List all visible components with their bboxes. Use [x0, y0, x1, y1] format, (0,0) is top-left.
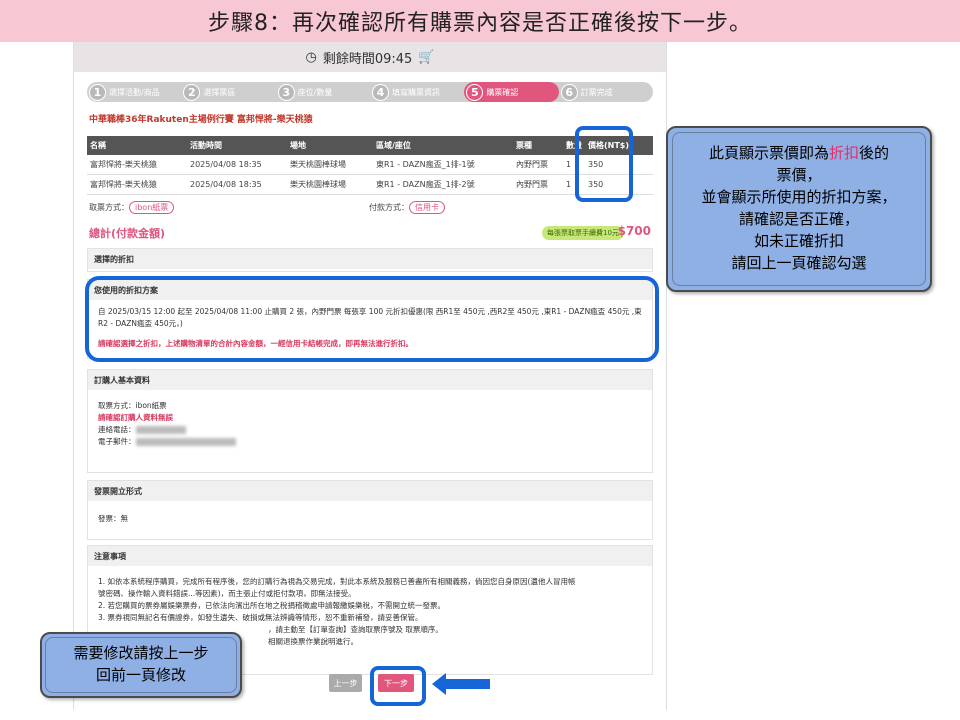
- pickup-method: 取票方式： ibon紙票: [89, 201, 175, 214]
- progress-steps: 1 選擇活動/商品 2 選擇票區 3 座位/數量 4 填寫購票資訊 5 購票確認 6 訂票完…: [87, 82, 653, 102]
- payment-method: 付款方式： 信用卡: [369, 201, 445, 214]
- cart-icon[interactable]: 🛒: [418, 50, 434, 65]
- notice-line: 1. 如依本系統程序購買，完成所有程序後，您的訂購行為視為交易完成，對此本系統及…: [98, 577, 576, 586]
- step-1: 1 選擇活動/商品: [87, 82, 181, 102]
- col-name: 名稱: [87, 136, 187, 155]
- buyer-email: 電子郵件：: [98, 436, 642, 448]
- invoice-section: 發票開立形式 發票：無: [87, 480, 653, 540]
- table-row: 富邦悍將-樂天桃猿 2025/04/08 18:35 樂天桃園棒球場 東R1 -…: [87, 174, 653, 195]
- step-3: 3 座位/數量: [276, 82, 370, 102]
- invoice-head: 發票開立形式: [88, 481, 652, 501]
- price-explanation-callout: 此頁顯示票價即為折扣後的 票價， 並會顯示所使用的折扣方案， 請確認是否正確， …: [666, 126, 932, 292]
- col-type: 票種: [513, 136, 563, 155]
- countdown-bar: ◷ 剩餘時間09:45 🛒: [74, 42, 666, 72]
- notice-head: 注意事項: [88, 546, 652, 566]
- buyer-confirm-note: 請確認訂購人資料無誤: [98, 413, 173, 422]
- notice-line: 3. 票券視同無記名有價證券，如發生遺失、破損或無法辨識等情形，恕不重新補發，請…: [98, 613, 423, 622]
- total-amount: $700: [617, 224, 651, 238]
- buyer-body: 取票方式：ibon紙票 請確認訂購人資料無誤 連絡電話： 電子郵件：: [88, 390, 652, 454]
- prev-step-button[interactable]: 上一步: [329, 674, 362, 692]
- clock-icon: ◷: [305, 49, 317, 65]
- step-4: 4 填寫購票資訊: [370, 82, 464, 102]
- total-row: 總計(付款金額) 每張票取票手續費10元 $700: [87, 223, 653, 241]
- email-redacted: [135, 438, 236, 446]
- price-highlight-box: [575, 126, 633, 202]
- discount-section: 選擇的折扣: [87, 248, 653, 272]
- col-venue: 場地: [287, 136, 373, 155]
- buyer-pickup: 取票方式：ibon紙票: [98, 401, 167, 410]
- total-label: 總計(付款金額): [89, 227, 166, 240]
- notice-line: 號密碼、操作輸入資料錯誤...等因素)，而主張止付或拒付款項，即無法接受。: [98, 589, 356, 598]
- col-seat: 區域/座位: [373, 136, 513, 155]
- pickup-badge: ibon紙票: [129, 201, 175, 214]
- ticket-table: 名稱 活動時間 場地 區域/座位 票種 數量 價格(NT$) 富邦悍將-樂天桃猿…: [87, 136, 653, 195]
- fee-badge: 每張票取票手續費10元: [542, 226, 624, 240]
- payment-badge: 信用卡: [409, 201, 445, 214]
- countdown-text: 剩餘時間09:45: [322, 51, 413, 67]
- slide-title: 步驟8：再次確認所有購票內容是否正確後按下一步。: [0, 0, 960, 42]
- modify-hint-callout: 需要修改請按上一步 回前一頁修改: [40, 632, 242, 698]
- phone-redacted: [135, 426, 186, 434]
- next-button-highlight-box: [370, 666, 426, 706]
- discount-head: 選擇的折扣: [88, 249, 652, 269]
- discount-highlight-box: [85, 276, 659, 362]
- event-title: 中華職棒36年Rakuten主場例行賽 富邦悍將-樂天桃猿: [89, 115, 313, 125]
- step-2: 2 選擇票區: [181, 82, 275, 102]
- left-arrow-icon: [432, 673, 490, 695]
- table-row: 富邦悍將-樂天桃猿 2025/04/08 18:35 樂天桃園棒球場 東R1 -…: [87, 155, 653, 175]
- col-time: 活動時間: [187, 136, 287, 155]
- buyer-head: 訂購人基本資料: [88, 370, 652, 390]
- buyer-phone: 連絡電話：: [98, 424, 642, 436]
- step-5-current: 5 購票確認: [464, 82, 559, 102]
- buyer-section: 訂購人基本資料 取票方式：ibon紙票 請確認訂購人資料無誤 連絡電話： 電子郵…: [87, 369, 653, 473]
- notice-line: 2. 若您購買的票券屬娛樂票券，已依法向濱出所在地之稅捐稽徵處申請報繳娛樂稅，不…: [98, 601, 446, 610]
- table-header-row: 名稱 活動時間 場地 區域/座位 票種 數量 價格(NT$): [87, 136, 653, 155]
- step-6: 6 訂票完成: [559, 82, 653, 102]
- invoice-value: 發票：無: [98, 514, 128, 523]
